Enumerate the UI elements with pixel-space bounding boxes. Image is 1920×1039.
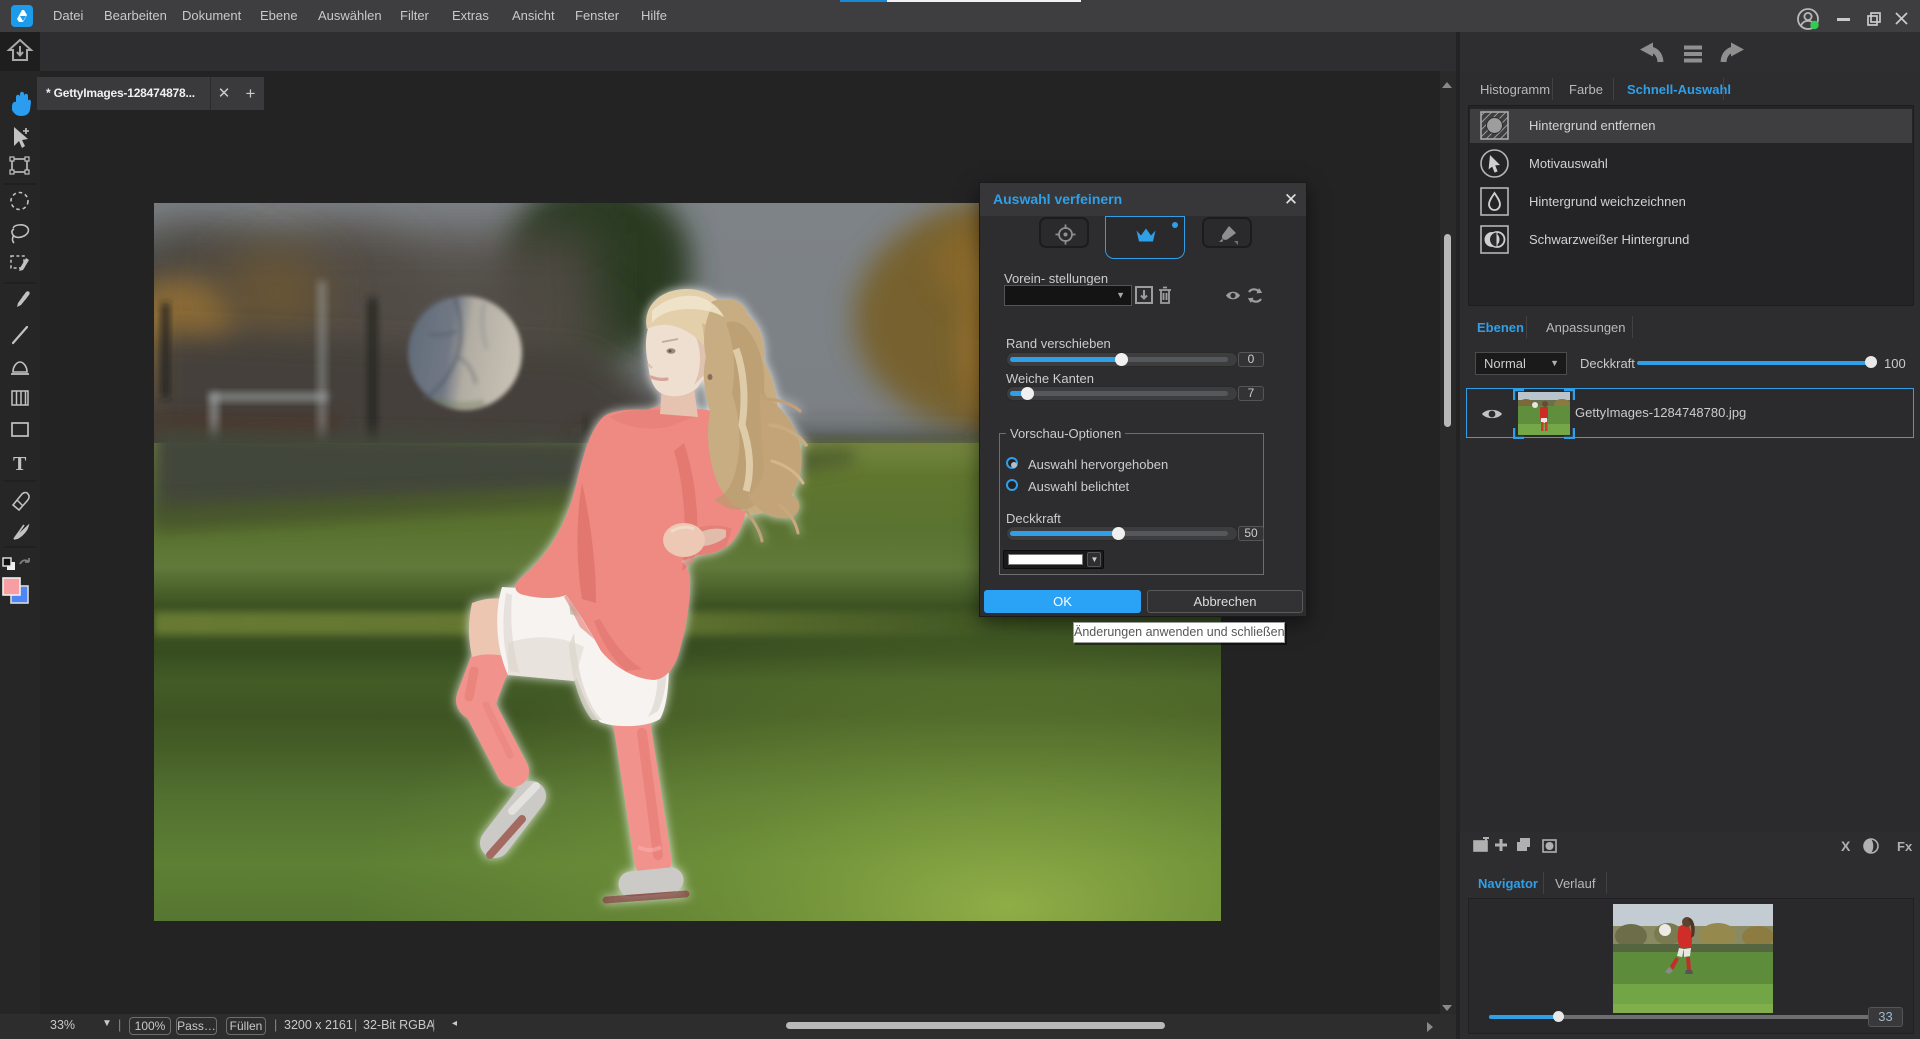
svg-text:Fx: Fx [1897,839,1913,854]
svg-text:X: X [1841,838,1851,854]
svg-text:T: T [13,453,27,475]
